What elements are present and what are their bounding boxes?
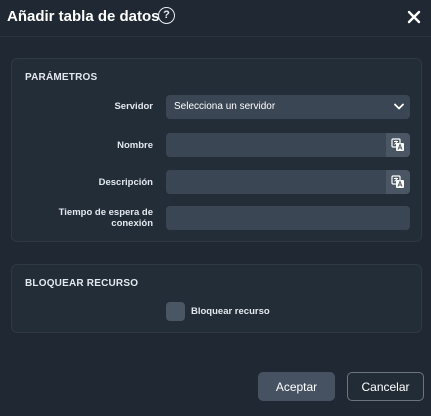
name-translate-button[interactable] <box>386 133 410 157</box>
server-select-value: Selecciona un servidor <box>174 101 276 112</box>
lock-resource-panel: BLOQUEAR RECURSO Bloquear recurso <box>11 264 422 333</box>
name-field-wrapper <box>166 133 410 157</box>
accept-button[interactable]: Aceptar <box>258 372 335 401</box>
dialog-title: Añadir tabla de datos <box>7 8 160 25</box>
cancel-button[interactable]: Cancelar <box>347 372 424 401</box>
help-icon[interactable]: ? <box>158 7 175 24</box>
name-field[interactable] <box>166 133 386 157</box>
timeout-label: Tiempo de espera de conexión <box>58 207 153 229</box>
parameters-panel: PARÁMETROS Servidor Selecciona un servid… <box>11 58 422 242</box>
description-translate-button[interactable] <box>386 170 410 194</box>
dialog-header: Añadir tabla de datos ? <box>0 0 431 37</box>
translate-icon <box>391 175 404 188</box>
close-icon[interactable] <box>406 9 422 25</box>
server-label: Servidor <box>114 101 153 112</box>
translate-icon <box>391 138 404 151</box>
description-label: Descripción <box>98 177 153 188</box>
lock-resource-title: BLOQUEAR RECURSO <box>25 278 139 289</box>
lock-resource-label[interactable]: Bloquear recurso <box>191 306 270 317</box>
chevron-down-icon <box>394 103 404 110</box>
description-field-wrapper <box>166 170 410 194</box>
add-data-table-dialog: Añadir tabla de datos ? PARÁMETROS Servi… <box>0 0 431 416</box>
timeout-field[interactable] <box>166 206 410 230</box>
parameters-title: PARÁMETROS <box>25 72 98 83</box>
lock-resource-checkbox[interactable] <box>166 302 185 321</box>
name-label: Nombre <box>117 140 153 151</box>
description-field[interactable] <box>166 170 386 194</box>
server-select[interactable]: Selecciona un servidor <box>166 95 410 119</box>
